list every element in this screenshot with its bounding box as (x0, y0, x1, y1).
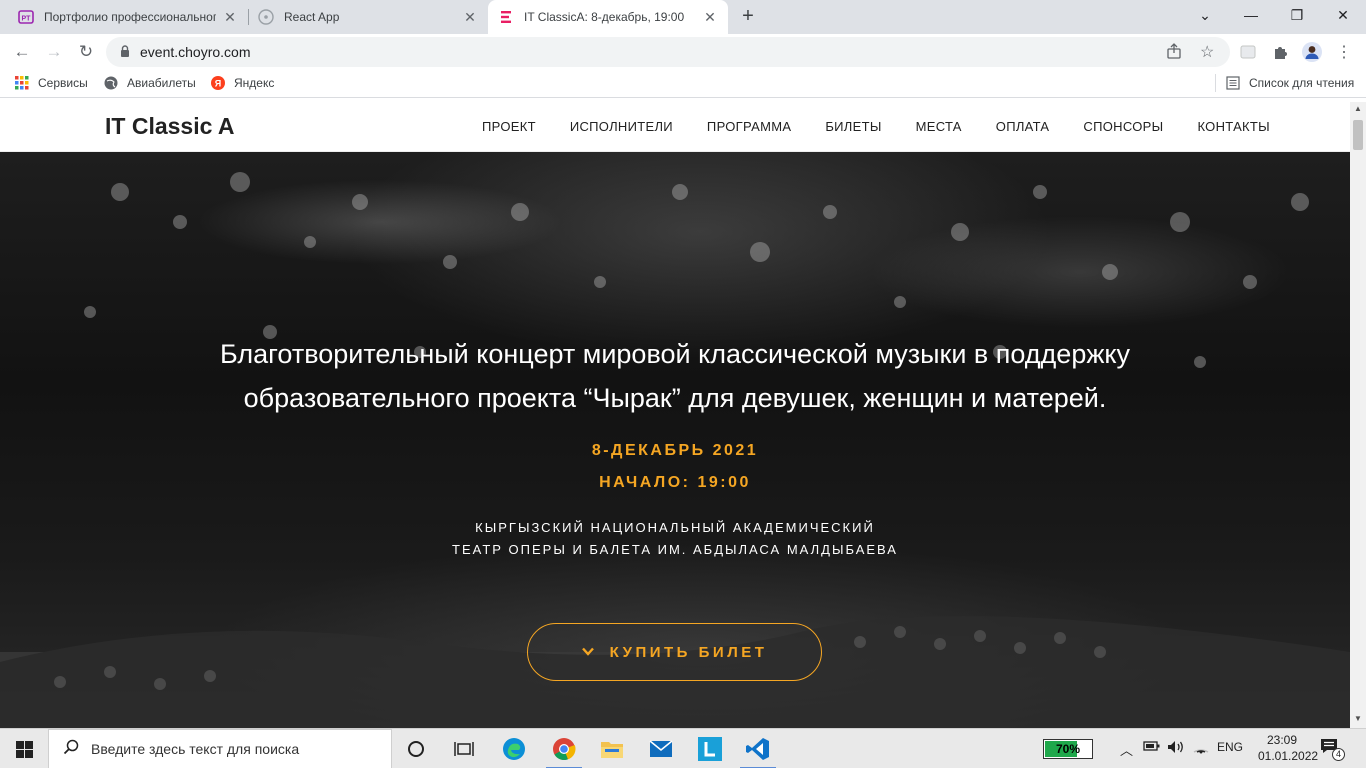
hero-section: Благотворительный концерт мировой класси… (0, 152, 1350, 728)
apps-grid-icon (15, 76, 29, 90)
site-header: IT Classic A ПРОЕКТ ИСПОЛНИТЕЛИ ПРОГРАММ… (0, 102, 1350, 152)
nav-program[interactable]: ПРОГРАММА (690, 119, 808, 134)
close-tab-icon[interactable]: ✕ (462, 9, 478, 26)
task-view-icon[interactable] (440, 729, 488, 768)
lingvo-app-icon[interactable] (686, 729, 734, 768)
profile-avatar[interactable] (1302, 42, 1322, 62)
mail-icon[interactable] (637, 729, 685, 768)
nav-sponsors[interactable]: СПОНСОРЫ (1066, 119, 1180, 134)
tab-it-classica[interactable]: IT ClassicA: 8-декабрь, 19:00 ✕ (488, 0, 728, 34)
address-bar[interactable]: event.choyro.com ☆ (106, 37, 1230, 67)
browser-tab-strip: PT Портфолио профессионального ✕ React A… (0, 0, 1366, 34)
back-button[interactable]: ← (8, 38, 36, 66)
bookmark-avia[interactable]: Авиабилеты (104, 76, 196, 90)
venue-line-1: КЫРГЫЗСКИЙ НАЦИОНАЛЬНЫЙ АКАДЕМИЧЕСКИЙ (475, 520, 875, 535)
tab-title: Портфолио профессионального (44, 10, 216, 24)
edge-icon[interactable] (490, 729, 538, 768)
notification-center-icon[interactable]: 4 (1320, 738, 1345, 761)
windows-logo-icon (15, 740, 33, 758)
nav-payment[interactable]: ОПЛАТА (979, 119, 1067, 134)
taskbar-search-box[interactable]: Введите здесь текст для поиска (48, 729, 392, 768)
pink-e-icon (498, 9, 514, 25)
tab-react-app[interactable]: React App ✕ (248, 0, 488, 34)
react-icon (258, 9, 274, 25)
hero-title-line-1: Благотворительный концерт мировой класси… (219, 339, 1131, 369)
nav-tickets[interactable]: БИЛЕТЫ (808, 119, 898, 134)
battery-percent: 70% (1055, 742, 1081, 756)
cortana-icon[interactable] (392, 729, 440, 768)
scroll-thumb[interactable] (1353, 120, 1363, 150)
globe-icon (104, 76, 118, 90)
close-window-button[interactable]: ✕ (1320, 0, 1366, 30)
purple-logo-icon: PT (18, 9, 34, 25)
vscode-icon[interactable] (734, 729, 782, 768)
language-indicator[interactable]: ENG (1217, 740, 1243, 754)
site-logo[interactable]: IT Classic A (105, 113, 235, 140)
scroll-down-arrow-icon[interactable]: ▼ (1350, 714, 1366, 726)
clock-date: 01.01.2022 (1258, 749, 1319, 763)
tab-title: IT ClassicA: 8-декабрь, 19:00 (524, 10, 685, 24)
search-icon (63, 739, 79, 759)
taskbar-clock[interactable]: 23:09 01.01.2022 (1258, 732, 1319, 764)
search-placeholder: Введите здесь текст для поиска (91, 741, 300, 757)
browser-toolbar: ← → ↻ event.choyro.com ☆ ⋮ (0, 34, 1366, 70)
maximize-button[interactable]: ❐ (1274, 0, 1320, 30)
main-nav: ПРОЕКТ ИСПОЛНИТЕЛИ ПРОГРАММА БИЛЕТЫ МЕСТ… (465, 119, 1287, 134)
chrome-icon[interactable] (540, 729, 588, 768)
reload-button[interactable]: ↻ (72, 38, 100, 66)
event-start-time: НАЧАЛО: 19:00 (599, 474, 751, 491)
tab-search-button[interactable]: ⌄ (1182, 0, 1228, 30)
buy-ticket-button[interactable]: КУПИТЬ БИЛЕТ (527, 623, 822, 681)
svg-text:PT: PT (22, 16, 32, 23)
yandex-icon: Я (211, 76, 225, 90)
bookmark-yandex[interactable]: Я Яндекс (211, 76, 274, 90)
nav-project[interactable]: ПРОЕКТ (465, 119, 553, 134)
scroll-up-arrow-icon[interactable]: ▲ (1350, 104, 1366, 116)
close-tab-icon[interactable]: ✕ (222, 9, 238, 26)
battery-icon[interactable] (1143, 740, 1161, 755)
chevron-down-icon (581, 645, 594, 659)
bookmark-services[interactable]: Сервисы (15, 76, 88, 90)
volume-icon[interactable] (1167, 740, 1185, 757)
reading-list-label: Список для чтения (1249, 76, 1355, 90)
reading-list-icon (1226, 76, 1240, 90)
puzzle-extensions-icon[interactable] (1270, 42, 1290, 62)
nav-contacts[interactable]: КОНТАКТЫ (1180, 119, 1287, 134)
tab-portfolio[interactable]: PT Портфолио профессионального ✕ (8, 0, 248, 34)
svg-text:Я: Я (215, 79, 221, 89)
start-button[interactable] (0, 729, 48, 768)
nav-seats[interactable]: МЕСТА (899, 119, 979, 134)
close-tab-icon[interactable]: ✕ (702, 9, 718, 26)
lock-icon[interactable] (120, 44, 130, 60)
bookmarks-bar: Сервисы Авиабилеты Я Яндекс Список для ч… (0, 70, 1366, 98)
nav-performers[interactable]: ИСПОЛНИТЕЛИ (553, 119, 690, 134)
clock-time: 23:09 (1266, 733, 1298, 747)
share-icon[interactable] (1166, 43, 1182, 62)
bookmark-label: Яндекс (234, 76, 275, 90)
minimize-button[interactable]: — (1228, 0, 1274, 30)
windows-taskbar: Введите здесь текст для поиска 70% ︿ ENG… (0, 728, 1366, 768)
reading-list-button[interactable]: Список для чтения (1226, 76, 1354, 90)
buy-ticket-label: КУПИТЬ БИЛЕТ (609, 643, 768, 661)
page-scrollbar[interactable]: ▲ ▼ (1350, 102, 1366, 728)
bookmark-star-icon[interactable]: ☆ (1200, 42, 1214, 62)
notification-count: 4 (1332, 748, 1345, 761)
new-tab-button[interactable]: + (736, 6, 760, 28)
event-date: 8-ДЕКАБРЬ 2021 (591, 442, 759, 459)
hero-title: Благотворительный концерт мировой класси… (0, 332, 1350, 420)
bookmark-divider (1215, 74, 1216, 92)
browser-menu-icon[interactable]: ⋮ (1334, 42, 1354, 62)
bookmark-label: Авиабилеты (127, 76, 196, 90)
battery-meter[interactable]: 70% (1043, 739, 1093, 759)
extension-icon[interactable] (1238, 42, 1258, 62)
url-text: event.choyro.com (140, 44, 251, 60)
wifi-icon[interactable] (1193, 740, 1209, 757)
forward-button[interactable]: → (40, 38, 68, 66)
hero-title-line-2: образовательного проекта “Чырак” для дев… (243, 383, 1107, 413)
show-hidden-icons-icon[interactable]: ︿ (1120, 740, 1133, 759)
tab-title: React App (284, 10, 340, 24)
venue-line-2: ТЕАТР ОПЕРЫ И БАЛЕТА ИМ. АБДЫЛАСА МАЛДЫБ… (452, 542, 898, 557)
file-explorer-icon[interactable] (588, 729, 636, 768)
bookmark-label: Сервисы (38, 76, 88, 90)
